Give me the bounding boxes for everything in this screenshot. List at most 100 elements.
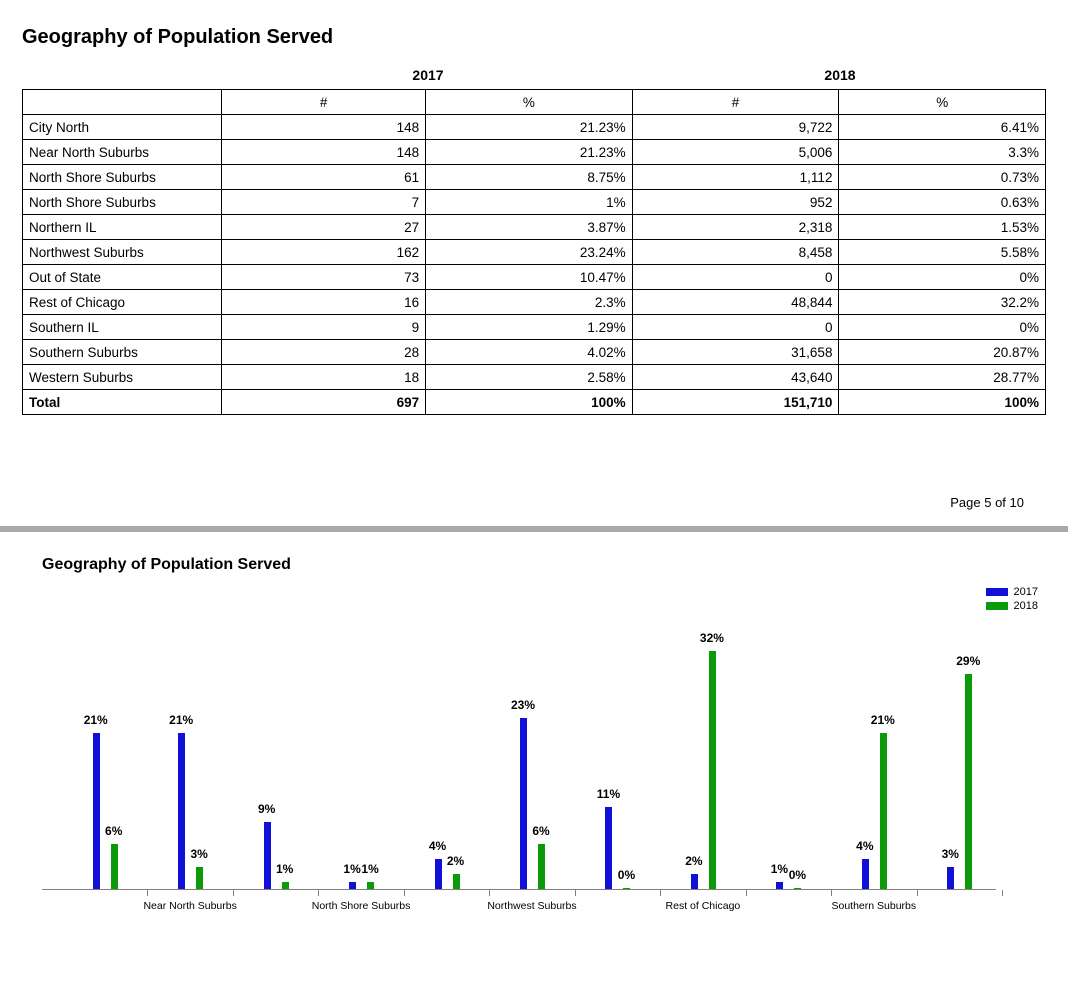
table-row: North Shore Suburbs618.75%1,1120.73% xyxy=(23,165,1046,190)
bar-2018 xyxy=(282,882,289,889)
cell-n18: 48,844 xyxy=(632,290,839,315)
row-label: City North xyxy=(23,115,222,140)
cell-p18: 0.73% xyxy=(839,165,1046,190)
cell-p17: 10.47% xyxy=(426,265,633,290)
cell-p17: 2.3% xyxy=(426,290,633,315)
cell-p17: 2.58% xyxy=(426,365,633,390)
table-row: North Shore Suburbs71%9520.63% xyxy=(23,190,1046,215)
bar-2017 xyxy=(435,859,442,889)
axis-tick xyxy=(917,890,918,896)
table-total-row: Total697100%151,710100% xyxy=(23,390,1046,415)
bar-2018 xyxy=(965,674,972,889)
cell-p18: 0% xyxy=(839,265,1046,290)
cell-n18: 0 xyxy=(632,315,839,340)
cell-p17: 1.29% xyxy=(426,315,633,340)
cell-n18: 2,318 xyxy=(632,215,839,240)
row-label: Southern IL xyxy=(23,315,222,340)
table-section: Geography of Population Served 2017 2018… xyxy=(0,0,1068,526)
cell-p17: 23.24% xyxy=(426,240,633,265)
cell-n17: 148 xyxy=(222,115,426,140)
table-row: Western Suburbs182.58%43,64028.77% xyxy=(23,365,1046,390)
value-label: 3% xyxy=(942,847,959,861)
bar-chart: Near North Suburbs North Shore Suburbs Nor… xyxy=(42,592,1046,912)
bar-2017 xyxy=(947,867,954,889)
col-pct-2017: % xyxy=(426,90,633,115)
page-footer: Page 5 of 10 xyxy=(22,415,1046,516)
cell-n18: 9,722 xyxy=(632,115,839,140)
cell-p17: 8.75% xyxy=(426,165,633,190)
total-p17: 100% xyxy=(426,390,633,415)
bar-2018 xyxy=(196,867,203,889)
value-label: 4% xyxy=(856,839,873,853)
bar-2017 xyxy=(776,882,783,889)
table-row: City North14821.23%9,7226.41% xyxy=(23,115,1046,140)
year-2018: 2018 xyxy=(634,67,1046,83)
col-count-2017: # xyxy=(222,90,426,115)
cell-n17: 148 xyxy=(222,140,426,165)
value-label: 2% xyxy=(685,854,702,868)
axis-tick xyxy=(575,890,576,896)
value-label: 9% xyxy=(258,802,275,816)
cell-n17: 9 xyxy=(222,315,426,340)
cell-n18: 0 xyxy=(632,265,839,290)
value-label: 3% xyxy=(191,847,208,861)
category-label: North Shore Suburbs xyxy=(312,900,411,912)
bar-2017 xyxy=(93,733,100,889)
cell-p18: 0% xyxy=(839,315,1046,340)
value-label: 21% xyxy=(169,713,193,727)
bar-2018 xyxy=(111,844,118,889)
cell-n17: 7 xyxy=(222,190,426,215)
row-label: Southern Suburbs xyxy=(23,340,222,365)
cell-n17: 28 xyxy=(222,340,426,365)
total-label: Total xyxy=(23,390,222,415)
cell-n17: 61 xyxy=(222,165,426,190)
cell-n18: 31,658 xyxy=(632,340,839,365)
col-count-2018: # xyxy=(632,90,839,115)
cell-p18: 5.58% xyxy=(839,240,1046,265)
value-label: 21% xyxy=(84,713,108,727)
value-label: 6% xyxy=(532,824,549,838)
axis-tick xyxy=(660,890,661,896)
cell-p18: 1.53% xyxy=(839,215,1046,240)
bar-2018 xyxy=(453,874,460,889)
value-label: 1% xyxy=(276,862,293,876)
cell-n18: 43,640 xyxy=(632,365,839,390)
table-row: Northern IL273.87%2,3181.53% xyxy=(23,215,1046,240)
x-axis xyxy=(42,889,996,890)
cell-p17: 3.87% xyxy=(426,215,633,240)
cell-p18: 28.77% xyxy=(839,365,1046,390)
value-label: 32% xyxy=(700,631,724,645)
value-label: 4% xyxy=(429,839,446,853)
axis-tick xyxy=(746,890,747,896)
cell-p18: 3.3% xyxy=(839,140,1046,165)
cell-p17: 21.23% xyxy=(426,140,633,165)
cell-p17: 21.23% xyxy=(426,115,633,140)
category-label: Rest of Chicago xyxy=(666,900,741,912)
table-row: Out of State7310.47%00% xyxy=(23,265,1046,290)
category-label: Northwest Suburbs xyxy=(487,900,576,912)
bar-2018 xyxy=(709,651,716,889)
total-n18: 151,710 xyxy=(632,390,839,415)
row-label: North Shore Suburbs xyxy=(23,165,222,190)
cell-n17: 162 xyxy=(222,240,426,265)
value-label: 1% xyxy=(361,862,378,876)
cell-n17: 18 xyxy=(222,365,426,390)
value-label: 11% xyxy=(597,787,620,801)
value-label: 29% xyxy=(956,654,980,668)
cell-n17: 16 xyxy=(222,290,426,315)
table-row: Near North Suburbs14821.23%5,0063.3% xyxy=(23,140,1046,165)
row-label: Northwest Suburbs xyxy=(23,240,222,265)
bar-2018 xyxy=(794,888,801,889)
value-label: 0% xyxy=(618,868,635,882)
axis-tick xyxy=(404,890,405,896)
col-pct-2018: % xyxy=(839,90,1046,115)
value-label: 21% xyxy=(871,713,895,727)
value-label: 0% xyxy=(789,868,806,882)
bar-2018 xyxy=(623,888,630,889)
bar-2017 xyxy=(605,807,612,889)
cell-p17: 4.02% xyxy=(426,340,633,365)
category-label: Near North Suburbs xyxy=(143,900,236,912)
bar-2017 xyxy=(264,822,271,889)
geography-table: # % # % City North14821.23%9,7226.41%Nea… xyxy=(22,89,1046,415)
category-label: Southern Suburbs xyxy=(831,900,916,912)
